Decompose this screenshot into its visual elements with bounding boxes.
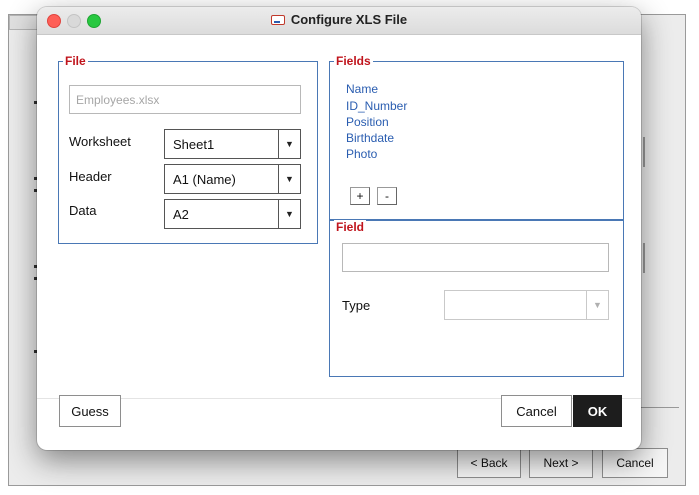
window-icon: [270, 14, 285, 25]
file-group: File Employees.xlsx Worksheet Sheet1 ▼ H…: [58, 54, 318, 244]
field-list-item[interactable]: Photo: [346, 147, 377, 161]
configure-xls-dialog: Configure XLS File File Employees.xlsx W…: [37, 7, 641, 450]
field-list-item[interactable]: Position: [346, 115, 389, 129]
field-name-input[interactable]: [342, 243, 609, 272]
data-value: A2: [173, 206, 189, 222]
file-group-legend: File: [63, 54, 88, 68]
ok-button[interactable]: OK: [573, 395, 622, 427]
header-select[interactable]: A1 (Name) ▼: [164, 164, 301, 194]
data-select[interactable]: A2 ▼: [164, 199, 301, 229]
fields-group: Fields Name ID_Number Position Birthdate…: [329, 54, 624, 220]
chevron-down-icon[interactable]: ▼: [586, 291, 608, 319]
worksheet-label: Worksheet: [69, 134, 131, 149]
title-bar[interactable]: Configure XLS File: [37, 7, 641, 35]
wizard-divider: [643, 137, 645, 167]
guess-button[interactable]: Guess: [59, 395, 121, 427]
type-select[interactable]: ▼: [444, 290, 609, 320]
filename-field[interactable]: Employees.xlsx: [69, 85, 301, 114]
dialog-title: Configure XLS File: [37, 12, 641, 27]
cancel-button[interactable]: Cancel: [501, 395, 572, 427]
worksheet-select[interactable]: Sheet1 ▼: [164, 129, 301, 159]
wizard-divider: [643, 243, 645, 273]
back-button[interactable]: < Back: [457, 448, 521, 478]
field-list-item[interactable]: Name: [346, 82, 378, 96]
next-button[interactable]: Next >: [529, 448, 593, 478]
header-label: Header: [69, 169, 112, 184]
chevron-down-icon[interactable]: ▼: [278, 200, 300, 228]
add-field-button[interactable]: +: [350, 187, 370, 205]
field-list-item[interactable]: ID_Number: [346, 99, 407, 113]
field-list-item[interactable]: Birthdate: [346, 131, 394, 145]
remove-field-button[interactable]: -: [377, 187, 397, 205]
dialog-title-text: Configure XLS File: [290, 12, 408, 27]
type-label: Type: [342, 298, 371, 313]
header-value: A1 (Name): [173, 171, 236, 187]
worksheet-value: Sheet1: [173, 136, 215, 152]
field-group: Field Type ▼: [329, 220, 624, 377]
wizard-cancel-button[interactable]: Cancel: [602, 448, 668, 478]
chevron-down-icon[interactable]: ▼: [278, 130, 300, 158]
data-label: Data: [69, 203, 97, 218]
field-group-legend: Field: [334, 220, 367, 234]
fields-group-legend: Fields: [334, 54, 373, 68]
chevron-down-icon[interactable]: ▼: [278, 165, 300, 193]
